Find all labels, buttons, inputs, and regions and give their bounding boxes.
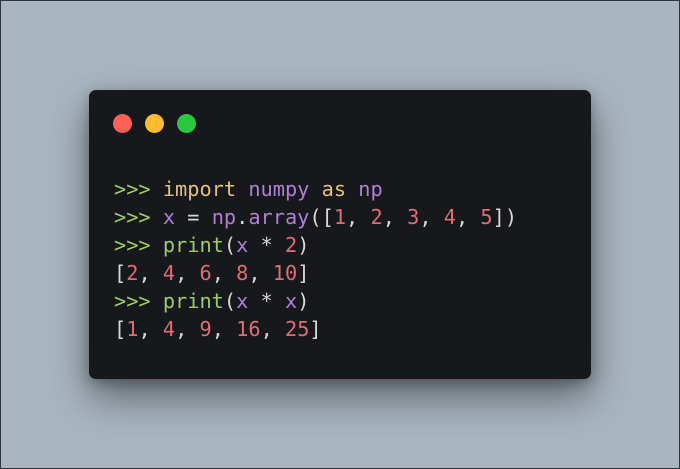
code-token-prompt: >>>: [114, 233, 163, 257]
code-token-builtin: print: [162, 233, 224, 257]
code-token-output: ,: [248, 261, 273, 285]
code-token-number: 2: [126, 261, 139, 285]
code-window: >>> import numpy as np >>> x = np.array([…: [89, 90, 591, 379]
code-token-identifier: x: [284, 289, 298, 313]
code-token-punct: ([: [309, 205, 334, 229]
code-token-number: 4: [443, 205, 456, 229]
code-token-output: ]: [297, 261, 310, 285]
code-token-output: ,: [175, 261, 200, 285]
code-token-punct: [346, 177, 358, 201]
code-token-punct: ): [297, 289, 310, 313]
code-line: >>> print(x * 2): [114, 231, 517, 259]
code-token-output: ]: [309, 317, 322, 341]
code-token-identifier: np: [358, 177, 383, 201]
code-token-output: ,: [260, 317, 285, 341]
code-token-punct: [236, 177, 248, 201]
code-token-output: [: [114, 317, 127, 341]
code-line: [1, 4, 9, 16, 25]: [114, 315, 517, 343]
code-token-punct: ): [297, 233, 310, 257]
code-token-number: 4: [162, 261, 176, 285]
code-token-number: 25: [284, 317, 310, 341]
code-token-output: ,: [175, 317, 200, 341]
code-token-punct: *: [248, 233, 285, 257]
code-token-identifier: x: [236, 233, 249, 257]
close-dot-icon[interactable]: [113, 114, 132, 133]
code-token-number: 2: [370, 205, 383, 229]
code-token-number: 8: [236, 261, 249, 285]
code-token-output: ,: [138, 261, 163, 285]
code-token-punct: ,: [346, 205, 371, 229]
code-token-punct: [309, 177, 321, 201]
code-token-builtin: print: [162, 289, 224, 313]
code-token-number: 3: [407, 205, 420, 229]
code-token-number: 5: [480, 205, 493, 229]
code-token-output: ,: [211, 261, 237, 285]
code-token-number: 10: [272, 261, 298, 285]
code-token-number: 1: [126, 317, 139, 341]
code-token-identifier: x: [236, 289, 249, 313]
code-token-identifier: array: [248, 205, 310, 229]
code-token-punct: *: [248, 289, 285, 313]
code-token-output: ,: [138, 317, 163, 341]
code-token-punct: (: [223, 233, 237, 257]
zoom-dot-icon[interactable]: [177, 114, 196, 133]
code-token-punct: ,: [455, 205, 481, 229]
code-token-punct: (: [223, 289, 237, 313]
code-token-number: 6: [199, 261, 212, 285]
code-token-output: [: [114, 261, 127, 285]
code-token-punct: ]): [492, 205, 518, 229]
code-token-number: 2: [284, 233, 298, 257]
code-token-punct: ,: [382, 205, 408, 229]
code-line: [2, 4, 6, 8, 10]: [114, 259, 517, 287]
code-token-identifier: np: [211, 205, 237, 229]
minimize-dot-icon[interactable]: [145, 114, 164, 133]
code-token-prompt: >>>: [114, 289, 163, 313]
code-line: >>> print(x * x): [114, 287, 517, 315]
code-line: >>> import numpy as np: [114, 175, 517, 203]
code-token-number: 4: [162, 317, 176, 341]
code-token-identifier: x: [162, 205, 176, 229]
code-token-number: 1: [333, 205, 347, 229]
code-token-number: 9: [199, 317, 212, 341]
code-token-keyword: import: [162, 177, 237, 201]
code-token-identifier: numpy: [248, 177, 310, 201]
code-line: >>> x = np.array([1, 2, 3, 4, 5]): [114, 203, 517, 231]
code-token-number: 16: [236, 317, 261, 341]
code-token-prompt: >>>: [114, 205, 163, 229]
code-token-punct: ,: [419, 205, 444, 229]
code-token-punct: .: [236, 205, 249, 229]
code-token-output: ,: [211, 317, 237, 341]
code-token-keyword: as: [321, 177, 347, 201]
code-token-punct: =: [175, 205, 212, 229]
code-block: >>> import numpy as np >>> x = np.array([…: [114, 175, 517, 343]
code-token-prompt: >>>: [114, 177, 163, 201]
